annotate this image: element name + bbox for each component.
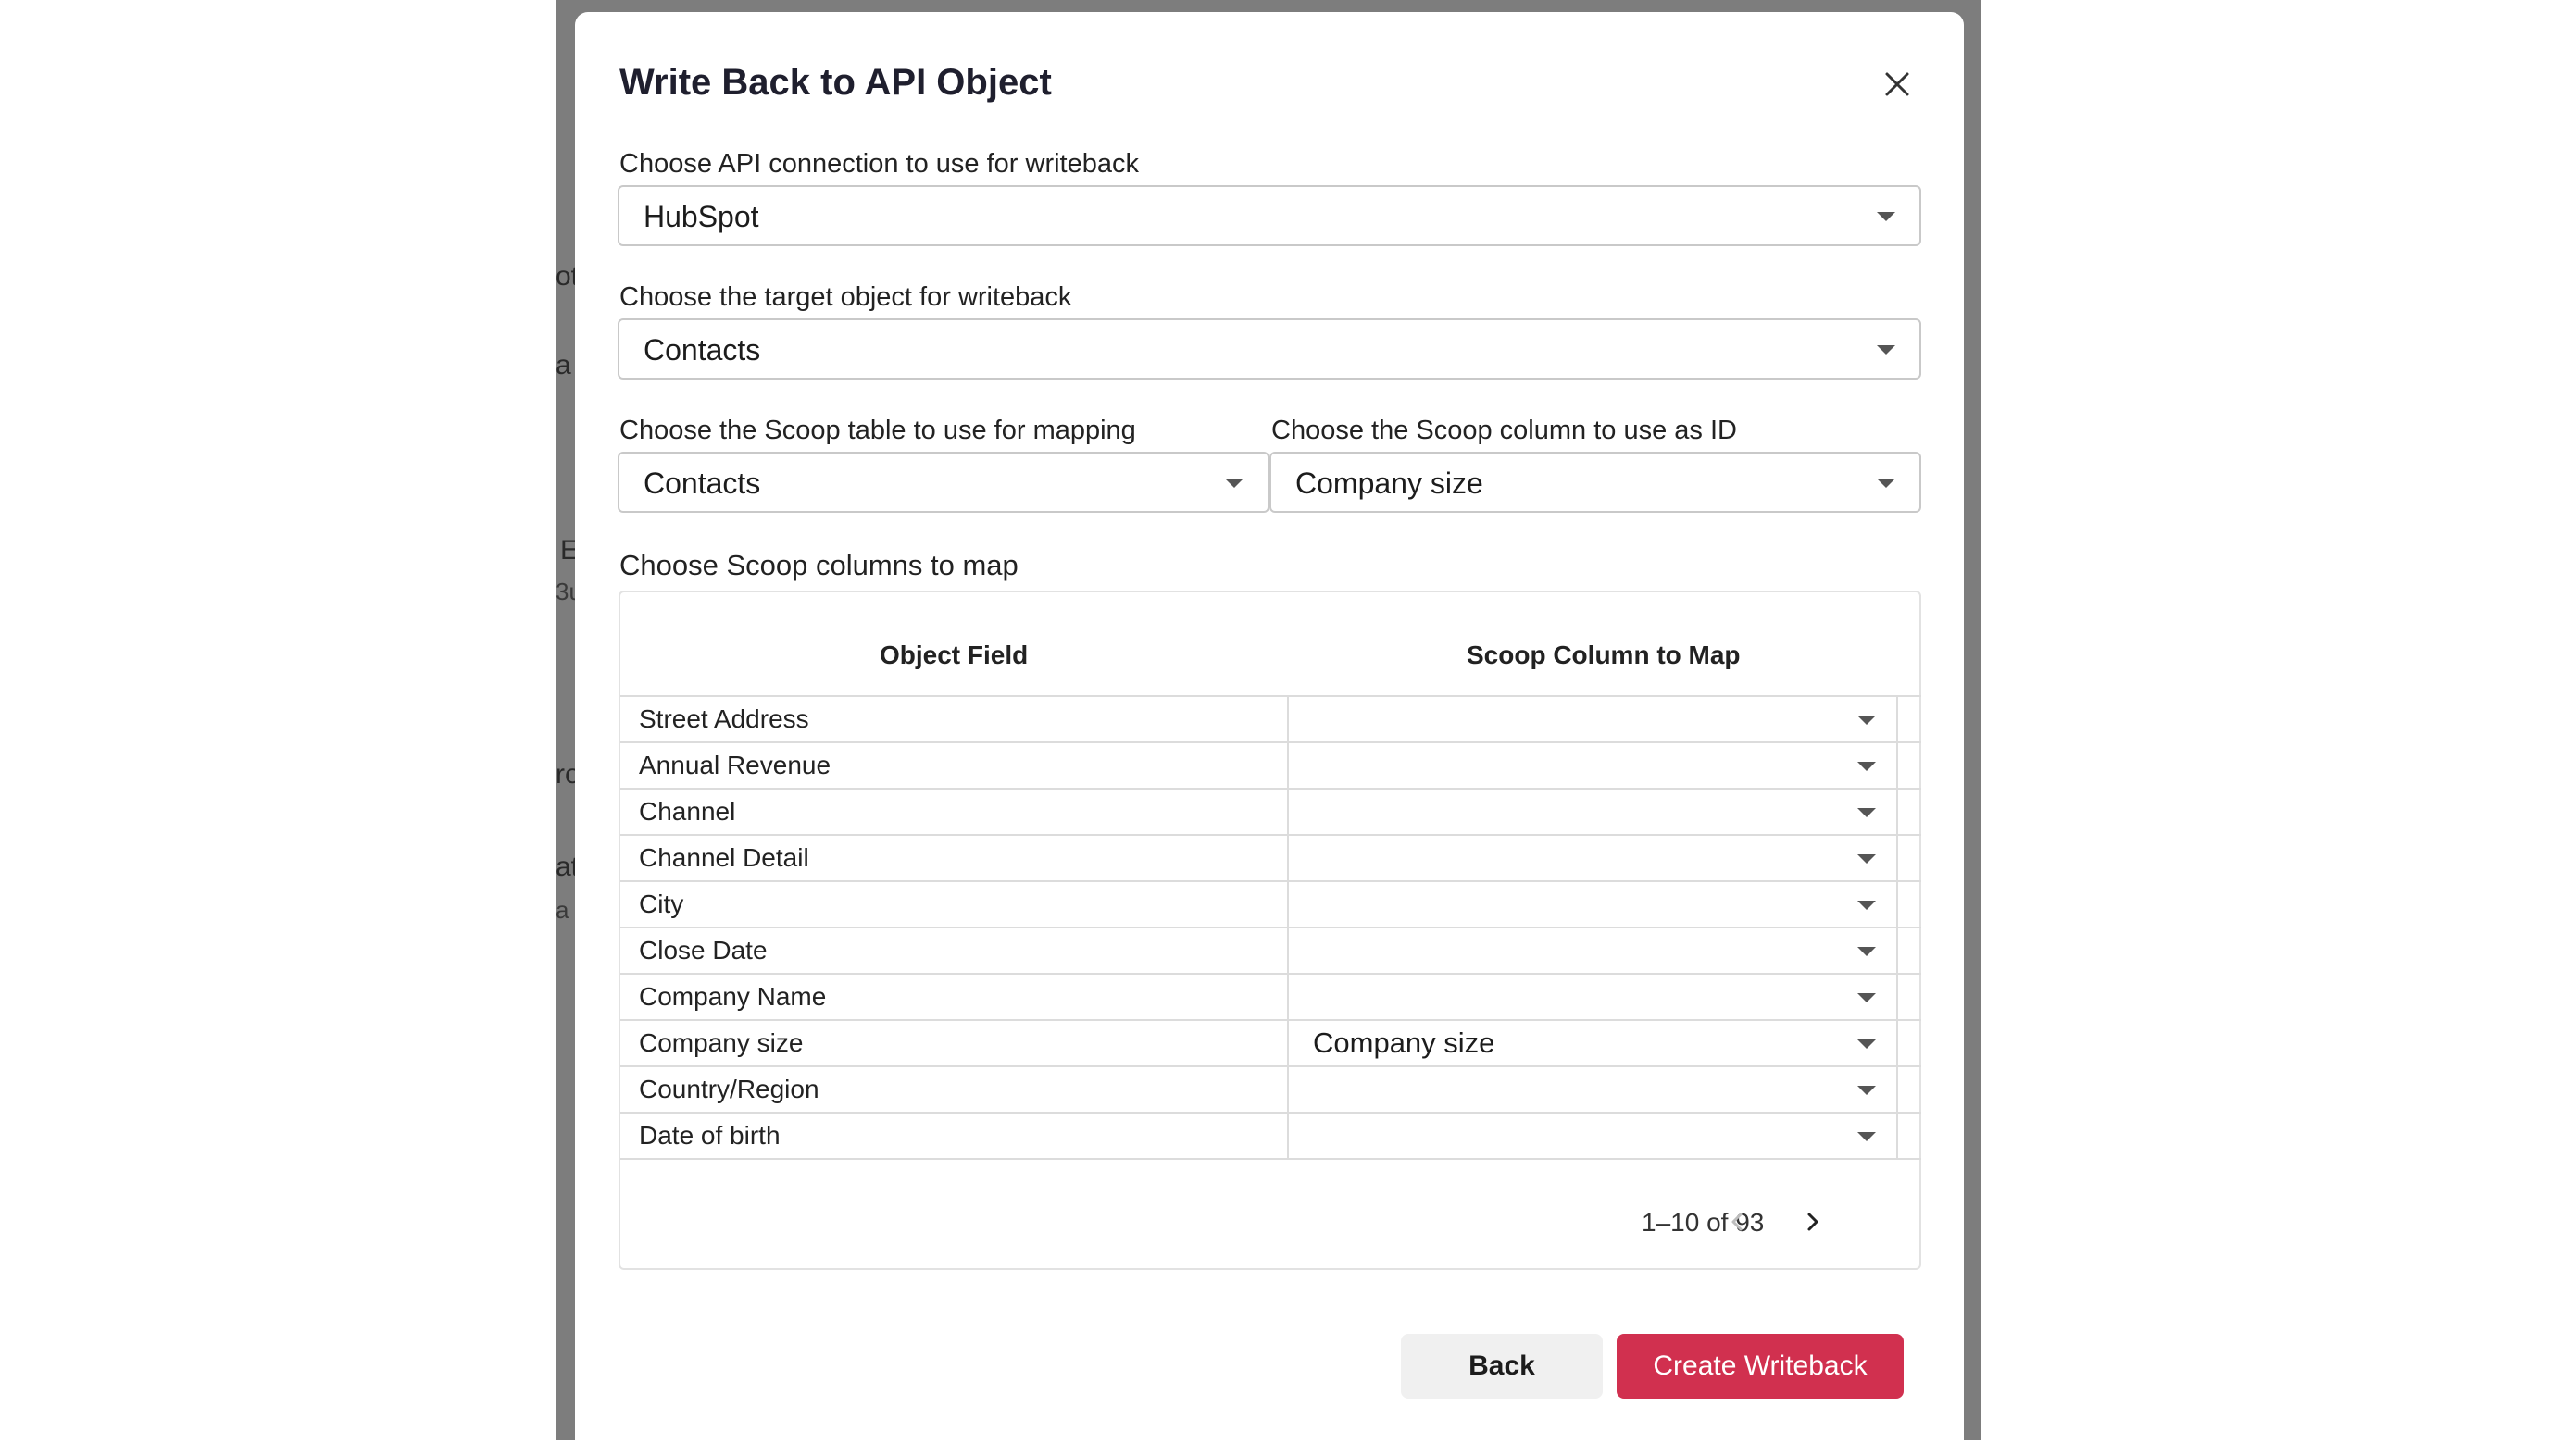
chevron-down-icon	[1857, 762, 1876, 771]
header-object-field: Object Field	[880, 641, 1029, 669]
chevron-down-icon	[1857, 716, 1876, 725]
scoop-column-select[interactable]	[1287, 697, 1898, 741]
next-page-button[interactable]	[1790, 1200, 1834, 1244]
object-field-cell: Company Name	[639, 982, 827, 1011]
table-row: Company Name	[620, 973, 1921, 1019]
scoop-id-column-select[interactable]: Company size	[1269, 452, 1921, 513]
table-row: Channel Detail	[620, 834, 1921, 880]
scoop-column-select[interactable]	[1287, 975, 1898, 1019]
chevron-down-icon	[1877, 212, 1895, 221]
header-scoop-column: Scoop Column to Map	[1467, 641, 1741, 669]
table-row: Country/Region	[620, 1065, 1921, 1112]
chevron-down-icon	[1877, 345, 1895, 355]
chevron-right-icon	[1807, 1213, 1818, 1231]
chevron-down-icon	[1857, 947, 1876, 956]
table-row: Close Date	[620, 927, 1921, 973]
api-connection-label: Choose API connection to use for writeba…	[619, 149, 1139, 179]
chevron-down-icon	[1857, 1132, 1876, 1141]
mapping-table: Object Field Scoop Column to Map Street …	[619, 591, 1921, 1270]
table-row: Annual Revenue	[620, 741, 1921, 788]
scoop-id-column-label: Choose the Scoop column to use as ID	[1271, 416, 1737, 445]
scoop-table-select[interactable]: Contacts	[618, 452, 1269, 513]
object-field-cell: Country/Region	[639, 1075, 819, 1103]
scoop-column-select[interactable]	[1287, 1114, 1898, 1158]
object-field-cell: Company size	[639, 1028, 804, 1057]
chevron-down-icon	[1857, 854, 1876, 864]
chevron-down-icon	[1857, 808, 1876, 817]
create-writeback-button[interactable]: Create Writeback	[1617, 1334, 1904, 1399]
table-row: Channel	[620, 788, 1921, 834]
prev-page-button[interactable]	[1716, 1200, 1760, 1244]
mapping-section-label: Choose Scoop columns to map	[619, 549, 1019, 581]
chevron-down-icon	[1877, 479, 1895, 488]
object-field-cell: Channel Detail	[639, 843, 809, 872]
target-object-value: Contacts	[644, 333, 761, 367]
target-object-label: Choose the target object for writeback	[619, 282, 1072, 312]
target-object-select[interactable]: Contacts	[618, 318, 1921, 380]
scoop-column-select[interactable]: Company size	[1287, 1021, 1898, 1065]
object-field-cell: Street Address	[639, 704, 809, 733]
dialog-title: Write Back to API Object	[619, 62, 1052, 103]
writeback-dialog: Write Back to API Object Choose API conn…	[575, 12, 1964, 1456]
back-button[interactable]: Back	[1401, 1334, 1603, 1399]
scoop-column-select[interactable]	[1287, 790, 1898, 834]
background-text: a	[556, 350, 571, 380]
chevron-down-icon	[1857, 901, 1876, 910]
scoop-column-select[interactable]	[1287, 928, 1898, 973]
chevron-left-icon	[1731, 1213, 1743, 1231]
mapping-rows: Street Address Annual Revenue Channel Ch…	[620, 695, 1921, 1160]
scoop-table-value: Contacts	[644, 467, 761, 500]
table-row: Street Address	[620, 695, 1921, 741]
scoop-id-column-value: Company size	[1295, 467, 1483, 500]
api-connection-select[interactable]: HubSpot	[618, 185, 1921, 246]
close-icon	[1885, 72, 1909, 96]
table-row: Date of birth	[620, 1112, 1921, 1160]
scoop-column-select[interactable]	[1287, 882, 1898, 927]
table-row: City	[620, 880, 1921, 927]
background-text: a	[556, 896, 569, 924]
object-field-cell: Close Date	[639, 936, 768, 964]
chevron-down-icon	[1225, 479, 1244, 488]
object-field-cell: Annual Revenue	[639, 751, 831, 779]
chevron-down-icon	[1857, 1039, 1876, 1049]
object-field-cell: City	[639, 890, 684, 918]
scoop-column-select[interactable]	[1287, 743, 1898, 788]
api-connection-value: HubSpot	[644, 200, 759, 233]
scoop-column-select[interactable]	[1287, 1067, 1898, 1112]
chevron-down-icon	[1857, 1086, 1876, 1095]
object-field-cell: Date of birth	[639, 1121, 781, 1150]
table-row: Company size Company size	[620, 1019, 1921, 1065]
object-field-cell: Channel	[639, 797, 736, 826]
chevron-down-icon	[1857, 993, 1876, 1002]
scoop-table-label: Choose the Scoop table to use for mappin…	[619, 416, 1136, 445]
scoop-column-value: Company size	[1313, 1027, 1495, 1059]
close-button[interactable]	[1879, 66, 1916, 103]
scoop-column-select[interactable]	[1287, 836, 1898, 880]
